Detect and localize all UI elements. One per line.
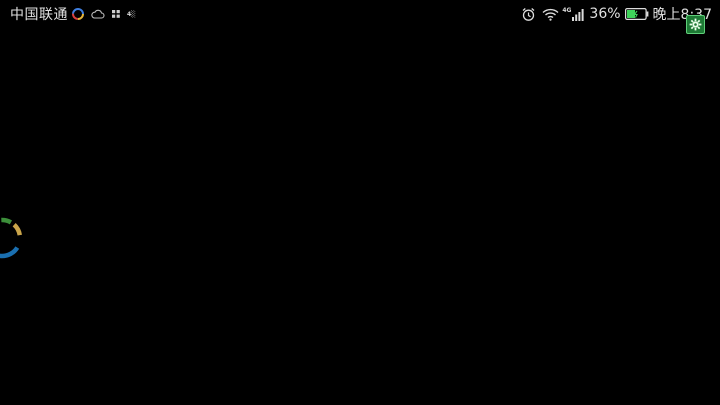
ring-icon <box>71 7 85 21</box>
network-type-text: 4G <box>562 7 572 14</box>
network-type-label: 4G <box>562 7 571 21</box>
status-bar: 中国联通 4░ 4G 36% 晚上8:37 <box>0 0 720 28</box>
grid-icon <box>111 9 121 19</box>
tiny-status-label: 4░ <box>127 10 136 18</box>
wifi-icon <box>542 8 559 21</box>
battery-percent: 36% <box>589 6 621 22</box>
carrier-name: 中国联通 <box>10 7 68 23</box>
floating-settings-button[interactable] <box>686 15 705 34</box>
loading-spinner-icon <box>0 216 24 260</box>
battery-icon <box>624 8 649 20</box>
alarm-icon <box>521 7 536 22</box>
status-left: 中国联通 4░ <box>10 4 142 24</box>
status-right: 4G 36% 晚上8:37 <box>521 4 712 24</box>
signal-icon <box>571 8 585 21</box>
cloud-icon <box>91 8 105 20</box>
gear-icon <box>689 18 702 31</box>
